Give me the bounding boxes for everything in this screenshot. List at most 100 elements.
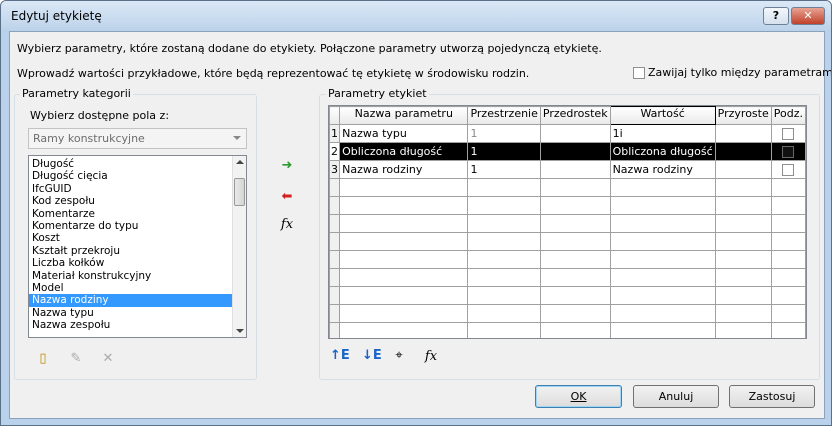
cell-value[interactable]: Nazwa rodziny xyxy=(609,160,716,179)
column-header[interactable]: Przedrostek xyxy=(539,106,611,125)
cell-prefix[interactable] xyxy=(539,160,611,179)
list-item[interactable]: Długość cięcia xyxy=(29,170,246,182)
available-fields-list[interactable]: Długość Długość cięcia IfcGUID Kod zespołu K… xyxy=(28,155,247,338)
edit-formula-icon[interactable]: fx xyxy=(422,348,440,366)
parameters-table[interactable]: Nazwa parametru Przestrzenie Przedrostek… xyxy=(329,106,806,338)
cancel-button[interactable]: Anuluj xyxy=(633,385,719,408)
format-icon[interactable]: ⌖ xyxy=(390,347,408,365)
empty-cell xyxy=(770,304,806,323)
empty-cell xyxy=(339,232,469,251)
empty-cell xyxy=(770,196,806,215)
cell-spaces[interactable]: 1 xyxy=(467,124,541,143)
help-button[interactable]: ? xyxy=(763,7,789,25)
remove-parameter-icon[interactable]: ⬅ xyxy=(278,188,296,206)
cell-suffix[interactable] xyxy=(714,160,772,179)
empty-cell xyxy=(714,286,772,305)
list-item[interactable]: Liczba kołków xyxy=(29,257,246,269)
cell-value[interactable]: Obliczona długość xyxy=(609,142,716,161)
list-item[interactable]: Nazwa rodziny xyxy=(29,294,246,307)
cell-prefix[interactable] xyxy=(539,124,611,143)
delete-parameter-icon[interactable]: ✕ xyxy=(99,350,117,368)
new-parameter-icon[interactable]: ▯ xyxy=(34,350,52,368)
wrap-checkbox-row[interactable]: Zawijaj tylko między parametrami xyxy=(633,66,831,79)
wrap-checkbox[interactable] xyxy=(633,67,645,79)
list-item[interactable]: Materiał konstrukcyjny xyxy=(29,270,246,282)
ok-button[interactable]: OK xyxy=(535,385,622,408)
list-item[interactable]: IfcGUID xyxy=(29,183,246,195)
empty-cell xyxy=(609,322,716,338)
empty-row xyxy=(329,304,806,323)
empty-cell xyxy=(329,322,341,338)
empty-cell xyxy=(609,250,716,269)
empty-cell xyxy=(609,286,716,305)
cell-name[interactable]: Nazwa typu xyxy=(339,124,469,143)
scroll-up-icon[interactable] xyxy=(236,160,244,164)
column-header[interactable]: Przestrzenie xyxy=(467,106,541,125)
empty-row xyxy=(329,196,806,215)
move-up-icon[interactable]: ↑E xyxy=(330,347,350,365)
add-parameter-icon[interactable]: ➜ xyxy=(278,157,296,175)
empty-cell xyxy=(539,286,611,305)
scroll-thumb[interactable] xyxy=(234,178,245,206)
column-header[interactable]: Nazwa parametru xyxy=(339,106,469,125)
fx-icon[interactable]: fx xyxy=(278,216,296,234)
table-row[interactable]: 3 Nazwa rodziny 1 Nazwa rodziny xyxy=(329,160,806,179)
cell-prefix[interactable] xyxy=(539,142,611,161)
apply-button[interactable]: Zastosuj xyxy=(729,385,815,408)
break-checkbox[interactable] xyxy=(782,128,795,140)
empty-cell xyxy=(539,214,611,233)
list-item[interactable]: Kształt przekroju xyxy=(29,245,246,257)
empty-cell xyxy=(609,196,716,215)
list-item[interactable]: Koszt xyxy=(29,232,246,244)
empty-cell xyxy=(329,250,341,269)
cell-name[interactable]: Obliczona długość xyxy=(339,142,469,161)
cell-break[interactable] xyxy=(770,124,806,143)
break-checkbox[interactable] xyxy=(782,164,795,176)
cell-break[interactable] xyxy=(770,142,806,161)
table-row[interactable]: 1 Nazwa typu 1 1i xyxy=(329,124,806,143)
list-item[interactable]: Nazwa zespołu xyxy=(29,319,246,331)
chevron-down-icon xyxy=(233,136,241,140)
empty-cell xyxy=(770,268,806,287)
table-row[interactable]: 2 Obliczona długość 1 Obliczona długość xyxy=(329,142,806,161)
cell-suffix[interactable] xyxy=(714,142,772,161)
empty-cell xyxy=(467,322,541,338)
list-item[interactable]: Model xyxy=(29,282,246,294)
select-fields-label: Wybierz dostępne pola z: xyxy=(30,109,170,122)
edit-parameter-icon[interactable]: ✎ xyxy=(67,350,85,368)
empty-cell xyxy=(329,286,341,305)
empty-cell xyxy=(770,322,806,338)
empty-row xyxy=(329,322,806,338)
move-down-icon[interactable]: ↓E xyxy=(362,347,382,365)
empty-cell xyxy=(467,250,541,269)
column-header[interactable]: Przyroste xyxy=(714,106,772,125)
empty-cell xyxy=(539,304,611,323)
cell-name[interactable]: Nazwa rodziny xyxy=(339,160,469,179)
column-header[interactable]: Podz. xyxy=(770,106,806,125)
list-item[interactable]: Długość xyxy=(29,158,246,170)
cell-spaces[interactable]: 1 xyxy=(467,142,541,161)
empty-cell xyxy=(467,304,541,323)
list-scrollbar[interactable] xyxy=(232,156,246,337)
scroll-down-icon[interactable] xyxy=(236,329,244,333)
cell-break[interactable] xyxy=(770,160,806,179)
column-header[interactable]: Wartość xyxy=(609,106,716,125)
list-item[interactable]: Komentarze do typu xyxy=(29,220,246,232)
empty-cell xyxy=(339,214,469,233)
row-number: 1 xyxy=(329,124,341,143)
empty-cell xyxy=(339,286,469,305)
empty-cell xyxy=(714,214,772,233)
cell-value[interactable]: 1i xyxy=(609,124,716,143)
empty-cell xyxy=(714,304,772,323)
label-parameters-grid[interactable]: Nazwa parametru Przestrzenie Przedrostek… xyxy=(328,105,807,339)
category-combo[interactable]: Ramy konstrukcyjne xyxy=(28,128,247,149)
break-checkbox[interactable] xyxy=(782,146,795,158)
cell-spaces[interactable]: 1 xyxy=(467,160,541,179)
cell-suffix[interactable] xyxy=(714,124,772,143)
empty-row xyxy=(329,268,806,287)
list-item[interactable]: Komentarze xyxy=(29,208,246,220)
list-item[interactable]: Kod zespołu xyxy=(29,195,246,207)
empty-cell xyxy=(609,304,716,323)
close-button[interactable]: ✕ xyxy=(791,7,825,25)
list-item[interactable]: Nazwa typu xyxy=(29,307,246,319)
